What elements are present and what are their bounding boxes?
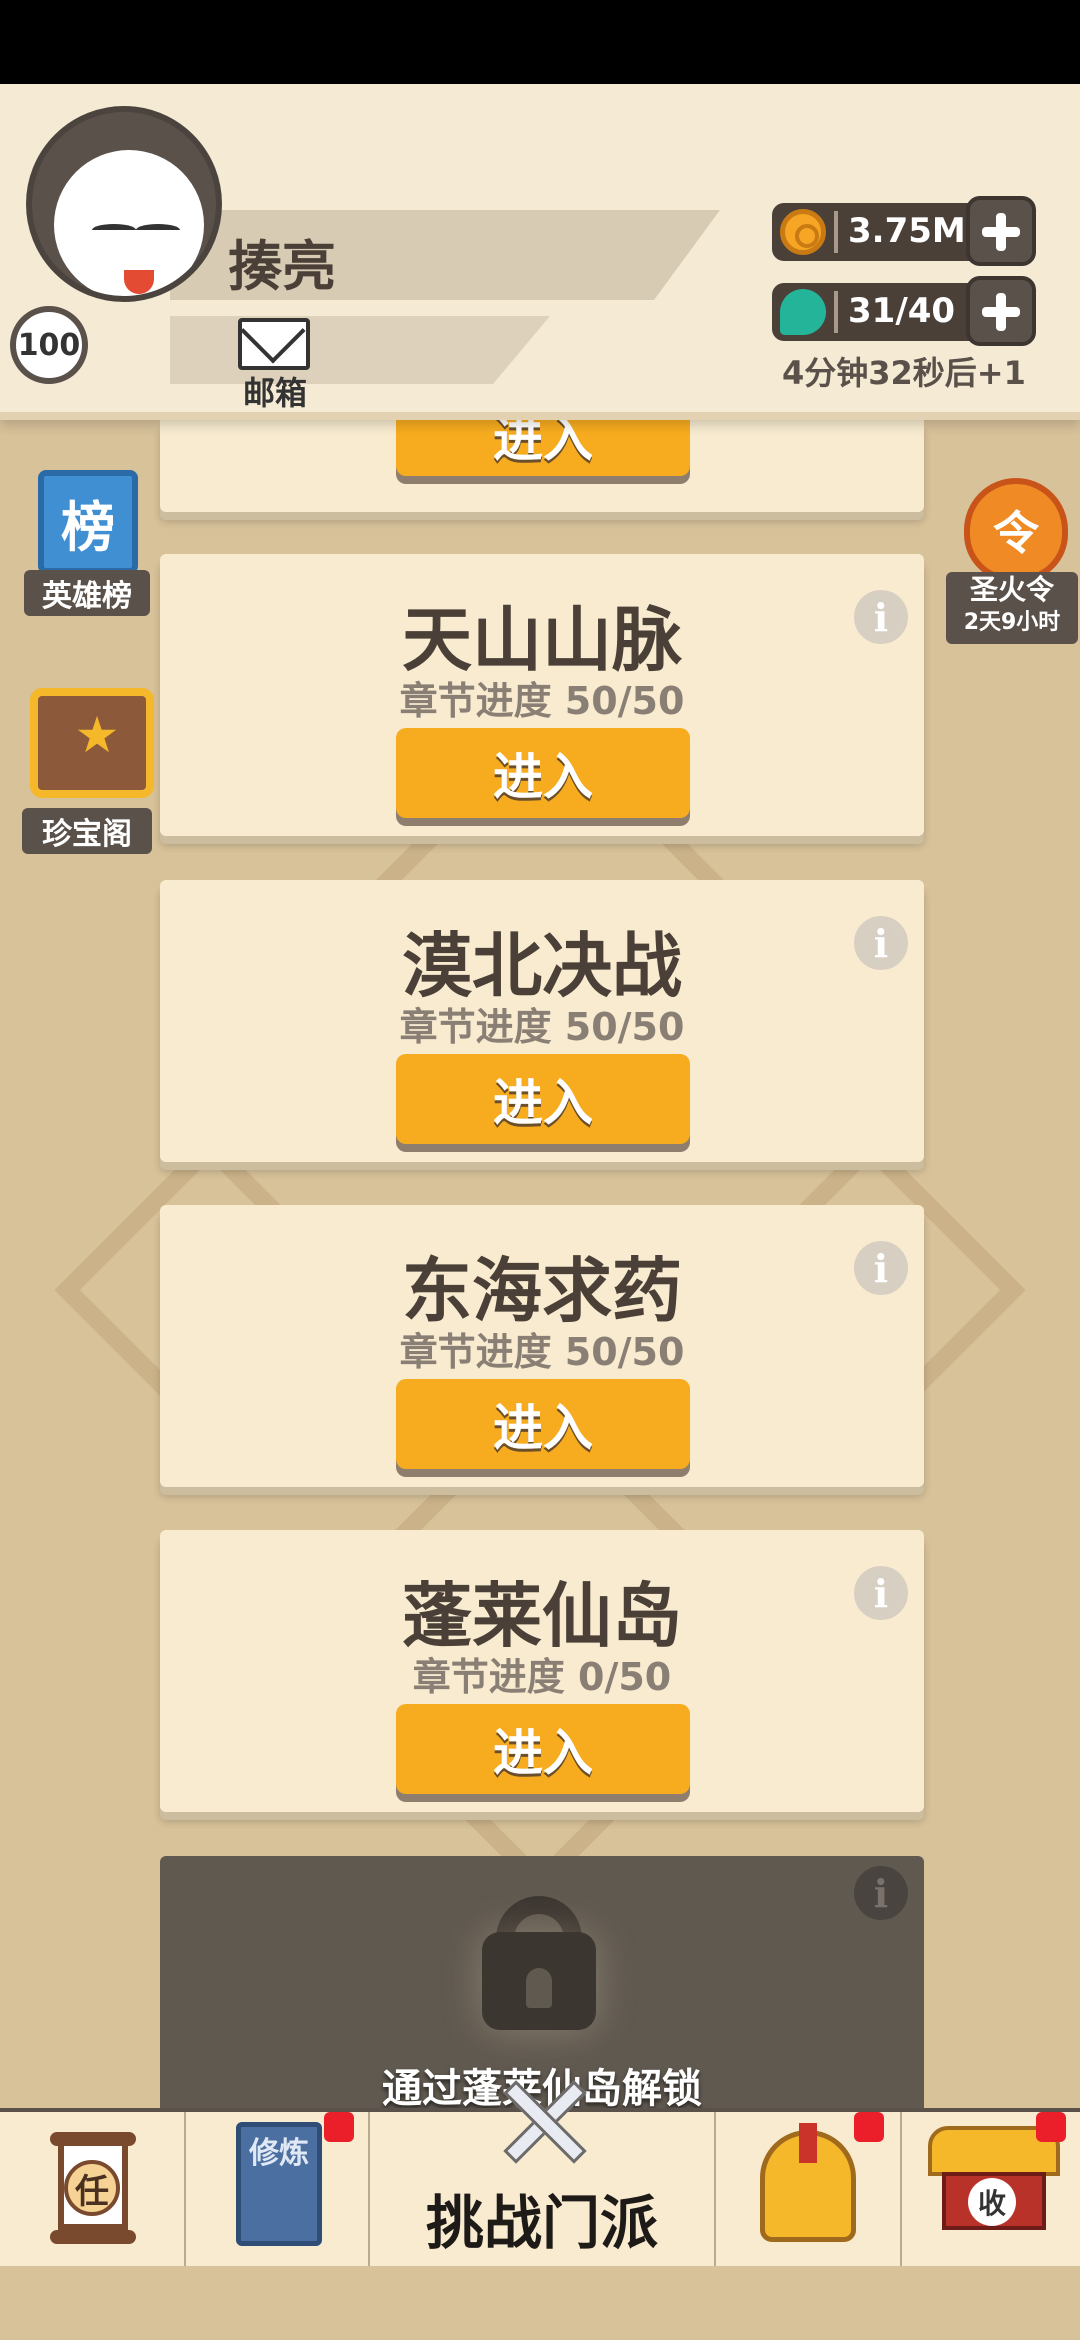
coin-icon: [780, 209, 826, 255]
avatar-face: [54, 150, 204, 296]
holyfire-timer: 2天9小时: [963, 610, 1061, 635]
chapter-card: 进入: [160, 394, 924, 512]
notification-dot: [1036, 2112, 1066, 2142]
nav-cultivate[interactable]: 修炼: [186, 2112, 370, 2266]
enter-button[interactable]: 进入: [396, 1704, 690, 1794]
ranking-button[interactable]: 榜 英雄榜: [24, 470, 150, 620]
nav-equipment[interactable]: [716, 2112, 902, 2266]
level-badge: 100: [10, 306, 88, 384]
holyfire-icon: 令: [964, 478, 1068, 582]
notification-dot: [324, 2112, 354, 2142]
notification-dot: [854, 2112, 884, 2142]
chapter-card: i 东海求药 章节进度 50/50 进入: [160, 1205, 924, 1487]
energy-counter: 31/40: [772, 283, 998, 341]
enter-button[interactable]: 进入: [396, 1379, 690, 1469]
energy-gem-icon: [780, 289, 826, 335]
building-icon: 收: [928, 2126, 1060, 2236]
ranking-label: 英雄榜: [24, 570, 150, 616]
energy-value: 31/40: [848, 291, 956, 331]
lock-keyhole: [526, 1968, 552, 2008]
task-char: 任: [64, 2160, 120, 2216]
mail-button[interactable]: 邮箱: [234, 318, 316, 412]
holyfire-button[interactable]: 令 圣火令 2天9小时: [946, 478, 1078, 664]
treasure-label: 珍宝阁: [22, 808, 152, 854]
mail-icon: [238, 318, 310, 370]
cultivate-book-icon: 修炼: [236, 2122, 322, 2246]
mail-label: 邮箱: [242, 374, 307, 412]
status-bar: [0, 0, 1080, 84]
chapter-progress: 章节进度 0/50: [412, 1655, 672, 1699]
chapter-progress: 章节进度 50/50: [399, 1005, 685, 1049]
chapter-card: i 天山山脉 章节进度 50/50 进入: [160, 554, 924, 836]
nav-challenge-sect[interactable]: 挑战门派: [370, 2080, 716, 2266]
mail-ribbon: [170, 316, 550, 384]
avatar[interactable]: [26, 106, 222, 302]
helmet-icon: [760, 2123, 856, 2242]
coin-counter: 3.75M: [772, 203, 998, 261]
coin-value: 3.75M: [848, 211, 966, 251]
challenge-label: 挑战门派: [425, 2189, 658, 2257]
nav-collection[interactable]: 收: [902, 2112, 1080, 2266]
chapter-card: i 漠北决战 章节进度 50/50 进入: [160, 880, 924, 1162]
energy-timer: 4分钟32秒后+1: [782, 354, 1026, 392]
holyfire-label: 圣火令: [969, 573, 1054, 606]
chapter-progress: 章节进度 50/50: [399, 1330, 685, 1374]
enter-button[interactable]: 进入: [396, 1054, 690, 1144]
player-name: 揍亮: [228, 235, 336, 298]
holyfire-label-box: 圣火令 2天9小时: [946, 572, 1078, 644]
info-icon[interactable]: i: [854, 1866, 908, 1920]
nav-tasks[interactable]: 任: [0, 2112, 186, 2266]
task-scroll-icon: 任: [50, 2126, 136, 2252]
chapter-progress: 章节进度 50/50: [399, 679, 685, 723]
treasure-button[interactable]: 珍宝阁: [22, 688, 154, 858]
enter-button[interactable]: 进入: [396, 728, 690, 818]
add-energy-button[interactable]: [966, 276, 1036, 346]
bottom-nav: 任 修炼 挑战门派 收: [0, 2080, 1080, 2266]
crossed-swords-icon: [496, 2072, 592, 2168]
treasure-chest-icon: [30, 688, 154, 798]
chapter-card: i 蓬莱仙岛 章节进度 0/50 进入: [160, 1530, 924, 1812]
ranking-icon: 榜: [38, 470, 138, 574]
add-coins-button[interactable]: [966, 196, 1036, 266]
collect-char: 收: [968, 2178, 1016, 2226]
